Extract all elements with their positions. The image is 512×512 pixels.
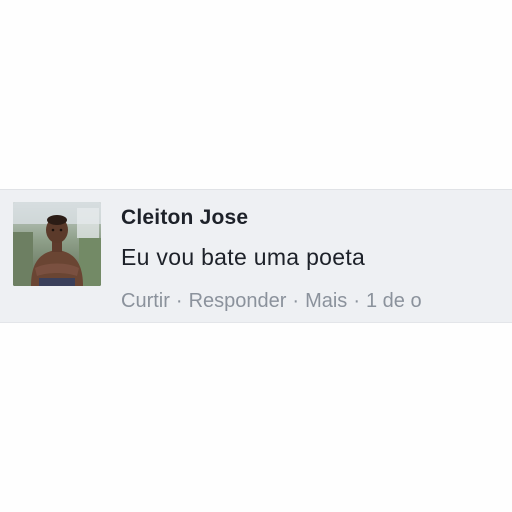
separator: · [292, 290, 300, 312]
comment-actions: Curtir · Responder · Mais · 1 de o [121, 290, 512, 313]
comment-text: Eu vou bate uma poeta [121, 244, 366, 270]
separator: · [353, 290, 360, 312]
like-link[interactable]: Curtir [121, 290, 170, 313]
page: Cleiton Jose Eu vou bate uma poeta Curti… [0, 0, 512, 512]
timestamp[interactable]: 1 de o [366, 290, 422, 313]
author-name[interactable]: Cleiton Jose [121, 206, 248, 230]
profile-photo-icon [13, 202, 101, 286]
comment-card: Cleiton Jose Eu vou bate uma poeta Curti… [0, 189, 512, 323]
reply-link[interactable]: Responder [189, 290, 287, 313]
more-link[interactable]: Mais [305, 290, 347, 313]
separator: · [175, 290, 183, 312]
avatar[interactable] [13, 202, 101, 286]
